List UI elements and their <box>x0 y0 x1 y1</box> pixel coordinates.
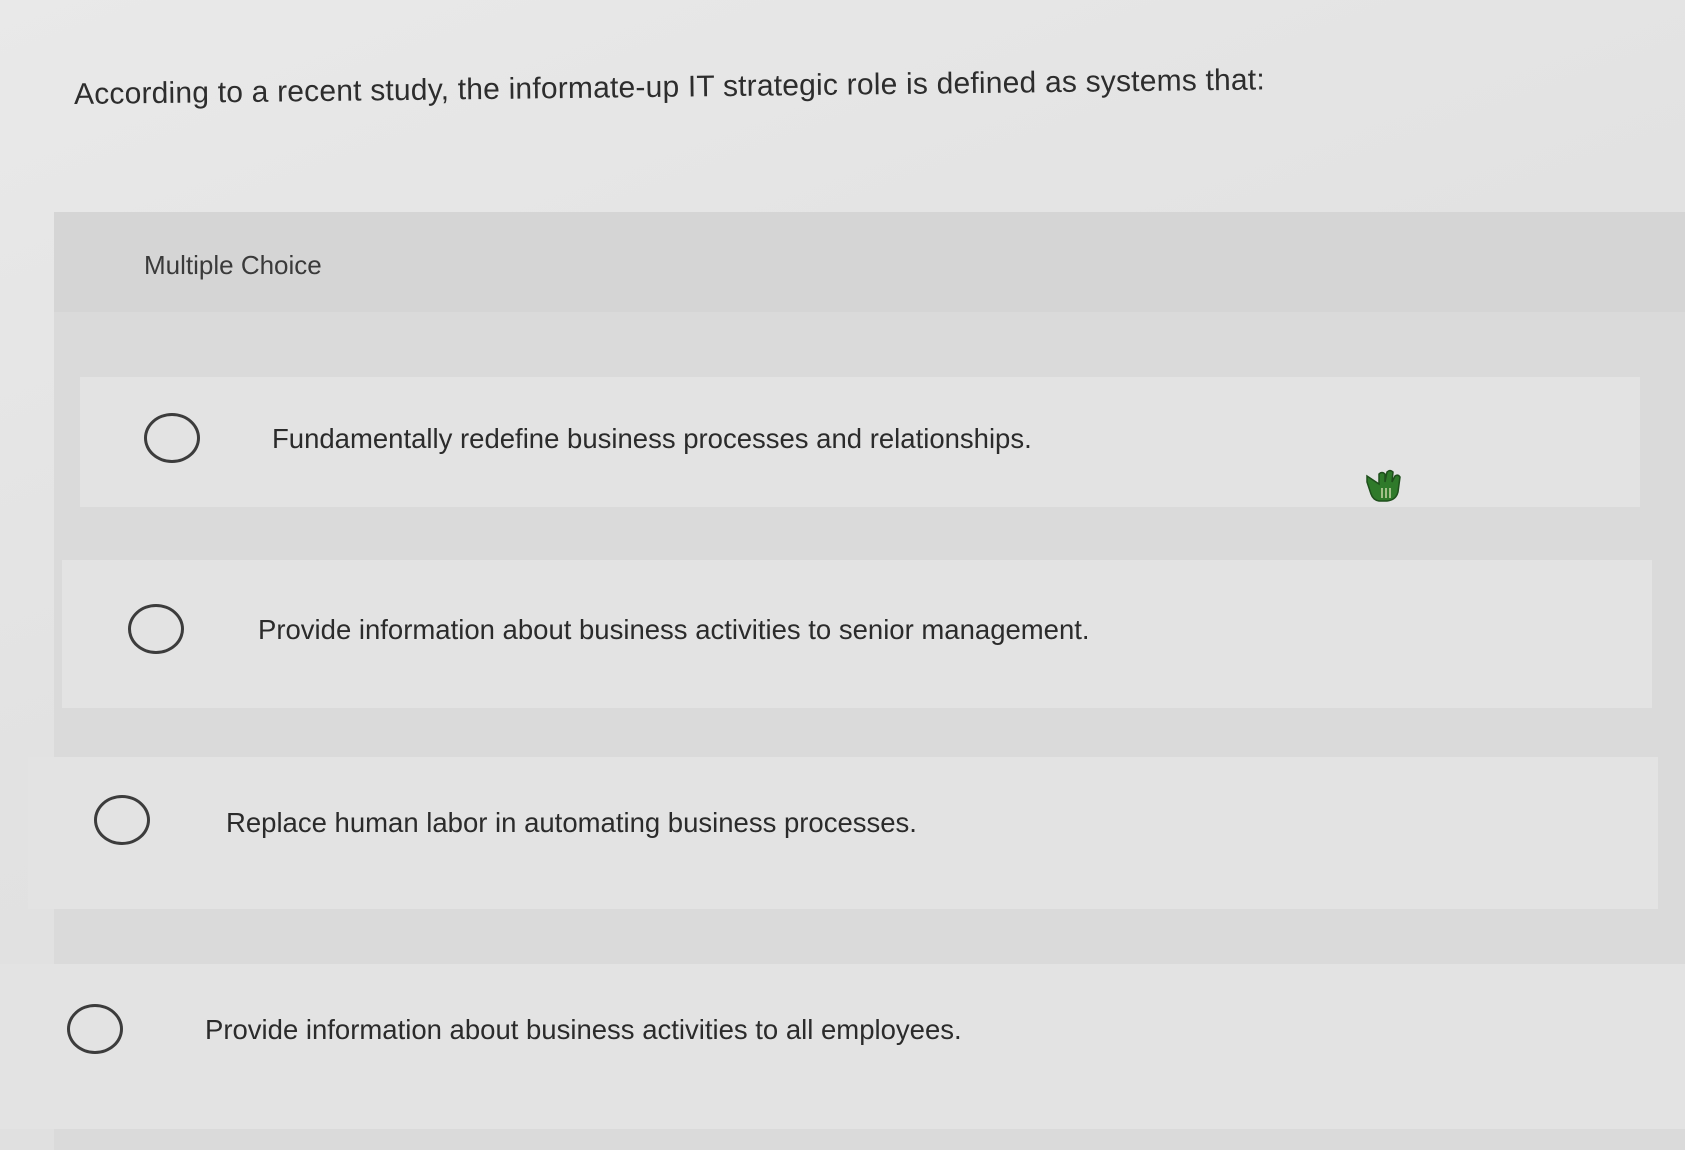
answer-option-label: Replace human labor in automating busine… <box>226 807 917 838</box>
answer-option-1[interactable]: Fundamentally redefine business processe… <box>80 377 1640 507</box>
choice-header: Multiple Choice <box>54 212 1685 312</box>
radio-button-icon[interactable] <box>94 795 150 845</box>
choice-type-label: Multiple Choice <box>144 250 322 280</box>
answer-option-4[interactable]: Provide information about business activ… <box>0 964 1685 1129</box>
hand-pointer-icon <box>1366 469 1401 502</box>
answer-option-label: Fundamentally redefine business processe… <box>272 423 1032 454</box>
radio-button-icon[interactable] <box>128 604 184 654</box>
multiple-choice-panel: Multiple Choice Fundamentally redefine b… <box>0 212 1685 1150</box>
answer-option-label: Provide information about business activ… <box>205 1014 962 1045</box>
radio-button-icon[interactable] <box>67 1004 123 1054</box>
answer-option-3[interactable]: Replace human labor in automating busine… <box>28 757 1658 909</box>
answer-option-label: Provide information about business activ… <box>258 614 1090 645</box>
radio-button-icon[interactable] <box>144 413 200 463</box>
answer-option-2[interactable]: Provide information about business activ… <box>62 560 1652 708</box>
